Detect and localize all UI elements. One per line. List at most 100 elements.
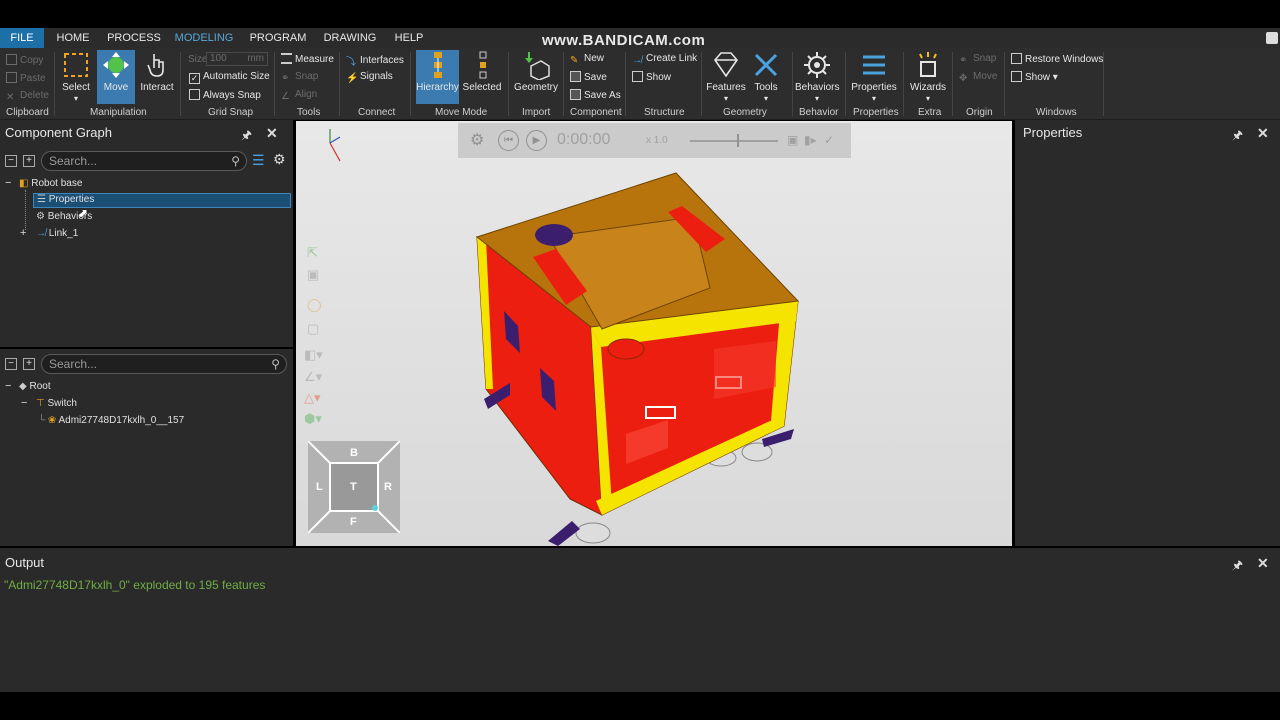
hierarchy-search-input[interactable]: Search... ⚲ [41, 354, 287, 374]
tree-node-properties[interactable]: ☰ Properties [33, 193, 291, 208]
import-geometry-button[interactable]: Geometry [513, 50, 559, 104]
menu-program[interactable]: PROGRAM [248, 28, 308, 48]
screenshot-icon[interactable]: ▣ [787, 133, 798, 147]
wizards-button[interactable]: Wizards ▾ [907, 50, 949, 104]
tools-icon [754, 53, 778, 77]
play-icon[interactable]: ▶ [526, 130, 547, 151]
gear-icon[interactable]: ⚙ [273, 151, 286, 168]
collapse-node-icon[interactable]: − [21, 397, 27, 409]
interfaces-button[interactable]: ⤵ Interfaces [346, 53, 404, 68]
speed-slider-thumb[interactable] [737, 134, 739, 147]
close-icon[interactable]: ✕ [1257, 125, 1269, 142]
nav-cube-back[interactable]: B [350, 447, 358, 459]
fill-view-icon[interactable]: ▣ [307, 267, 319, 283]
select-button[interactable]: Select ▾ [58, 50, 94, 104]
collapse-all-icon[interactable]: − [5, 358, 17, 370]
group-label-manipulation: Manipulation [90, 107, 147, 118]
menu-file[interactable]: FILE [0, 28, 44, 48]
align-button[interactable]: ∠ Align [281, 89, 317, 102]
close-icon[interactable]: ✕ [266, 125, 278, 142]
box-view-icon[interactable]: ▢ [307, 321, 319, 337]
nav-cube-front[interactable]: F [350, 516, 357, 528]
hierarchy-button[interactable]: Hierarchy [416, 50, 459, 104]
tree-line [25, 190, 26, 230]
ribbon-separator [792, 52, 793, 116]
tree-node-switch[interactable]: ⊤ Switch [36, 398, 77, 409]
fit-view-icon[interactable]: ⇱ [307, 245, 318, 261]
ribbon-separator [845, 52, 846, 116]
properties-button[interactable]: Properties ▾ [850, 50, 898, 104]
expand-node-icon[interactable]: + [20, 227, 26, 239]
menu-help[interactable]: HELP [390, 28, 428, 48]
always-snap-checkbox[interactable]: Always Snap [189, 89, 261, 101]
restore-windows-button[interactable]: Restore Windows [1011, 53, 1103, 65]
automatic-size-checkbox[interactable]: ✓ Automatic Size [189, 71, 270, 84]
grid-size-input[interactable]: 100 mm [206, 52, 268, 66]
tree-node-robot-base[interactable]: ◧ Robot base [19, 178, 82, 189]
menu-modeling[interactable]: MODELING [170, 28, 238, 48]
show-windows-button[interactable]: Show ▾ [1011, 71, 1058, 83]
save-component-button[interactable]: Save [570, 71, 607, 83]
settings-gear-icon[interactable]: ⚙ [470, 130, 484, 150]
move-button[interactable]: Move [97, 50, 135, 104]
measure-view-icon[interactable]: ∠▾ [304, 369, 322, 385]
copy-button[interactable]: Copy [6, 54, 43, 66]
tree-node-root[interactable]: ◆ Root [19, 381, 51, 392]
tools-snap-button[interactable]: ⚭ Snap [281, 71, 318, 84]
expand-all-icon[interactable]: + [23, 155, 35, 167]
menu-drawing[interactable]: DRAWING [320, 28, 380, 48]
delete-button[interactable]: ✕ Delete [6, 90, 49, 103]
collapse-all-icon[interactable]: − [5, 155, 17, 167]
speed-slider[interactable] [690, 140, 778, 142]
nav-cube-top[interactable]: T [350, 481, 357, 493]
behaviors-button[interactable]: Behaviors ▾ [795, 50, 839, 104]
rewind-icon[interactable]: ⏮ [498, 130, 519, 151]
nav-cube-left[interactable]: L [316, 481, 323, 493]
structure-show-checkbox[interactable]: Show [632, 71, 671, 83]
signals-button[interactable]: ⚡ Signals [346, 71, 393, 84]
perspective-icon[interactable]: ◯ [307, 297, 322, 313]
origin-move-button[interactable]: ✥ Move [959, 71, 997, 84]
selected-button[interactable]: Selected [462, 50, 502, 104]
pin-icon[interactable]: 🖈 [1232, 556, 1243, 577]
tree-node-admi[interactable]: └ ❀ Admi27748D17kxlh_0__157 [38, 415, 184, 426]
paste-button[interactable]: Paste [6, 72, 46, 84]
ribbon-separator [1004, 52, 1005, 116]
pin-icon[interactable]: 🖈 [1232, 126, 1243, 147]
import-geometry-icon [525, 52, 550, 80]
pin-icon[interactable]: 🖈 [241, 126, 252, 147]
record-video-icon[interactable]: ▮▸ [804, 133, 817, 147]
snap-view-icon[interactable]: △▾ [304, 390, 321, 406]
geometry-tools-button[interactable]: Tools ▾ [748, 50, 784, 104]
features-button[interactable]: Features ▾ [706, 50, 746, 104]
measure-button[interactable]: Measure [281, 53, 334, 65]
collapse-node-icon[interactable]: − [5, 380, 11, 392]
component-search-input[interactable]: Search... ⚲ [41, 151, 247, 171]
ribbon-separator [563, 52, 564, 116]
origin-snap-button[interactable]: ⚭ Snap [959, 53, 996, 66]
render-mode-icon[interactable]: ◧▾ [304, 347, 323, 363]
export-icon[interactable]: ✓ [824, 133, 834, 147]
ribbon-separator [1103, 52, 1104, 116]
new-component-button[interactable]: ✎ New [570, 53, 604, 66]
nav-cube-right[interactable]: R [384, 481, 392, 493]
tree-node-link-1[interactable]: ↛ Link_1 [36, 228, 78, 239]
save-as-component-button[interactable]: Save As [570, 89, 621, 101]
menu-process[interactable]: PROCESS [104, 28, 164, 48]
output-panel: Output 🖈 ✕ "Admi27748D17kxlh_0" exploded… [0, 548, 1280, 692]
interact-button[interactable]: Interact [138, 50, 176, 104]
minimize-icon[interactable] [1266, 32, 1278, 44]
3d-viewport[interactable]: ⇱ ▣ ◯ ▢ ◧▾ ∠▾ △▾ ⬢▾ ⚙ ⏮ ▶ 0:00:00 x 1.0 … [296, 121, 1012, 546]
save-icon [570, 71, 581, 82]
collapse-node-icon[interactable]: − [5, 177, 11, 189]
group-label-geometry: Geometry [723, 107, 767, 118]
close-icon[interactable]: ✕ [1257, 555, 1269, 572]
filter-icon[interactable]: ☰ [252, 152, 265, 169]
solid-view-icon[interactable]: ⬢▾ [304, 411, 322, 427]
menu-home[interactable]: HOME [50, 28, 96, 48]
save-as-icon [570, 89, 581, 100]
app-window: ⌃ FILE HOME PROCESS MODELING PROGRAM DRA… [0, 0, 1280, 720]
create-link-button[interactable]: ↛ Create Link [632, 53, 697, 66]
ribbon-separator [54, 52, 55, 116]
expand-all-icon[interactable]: + [23, 358, 35, 370]
